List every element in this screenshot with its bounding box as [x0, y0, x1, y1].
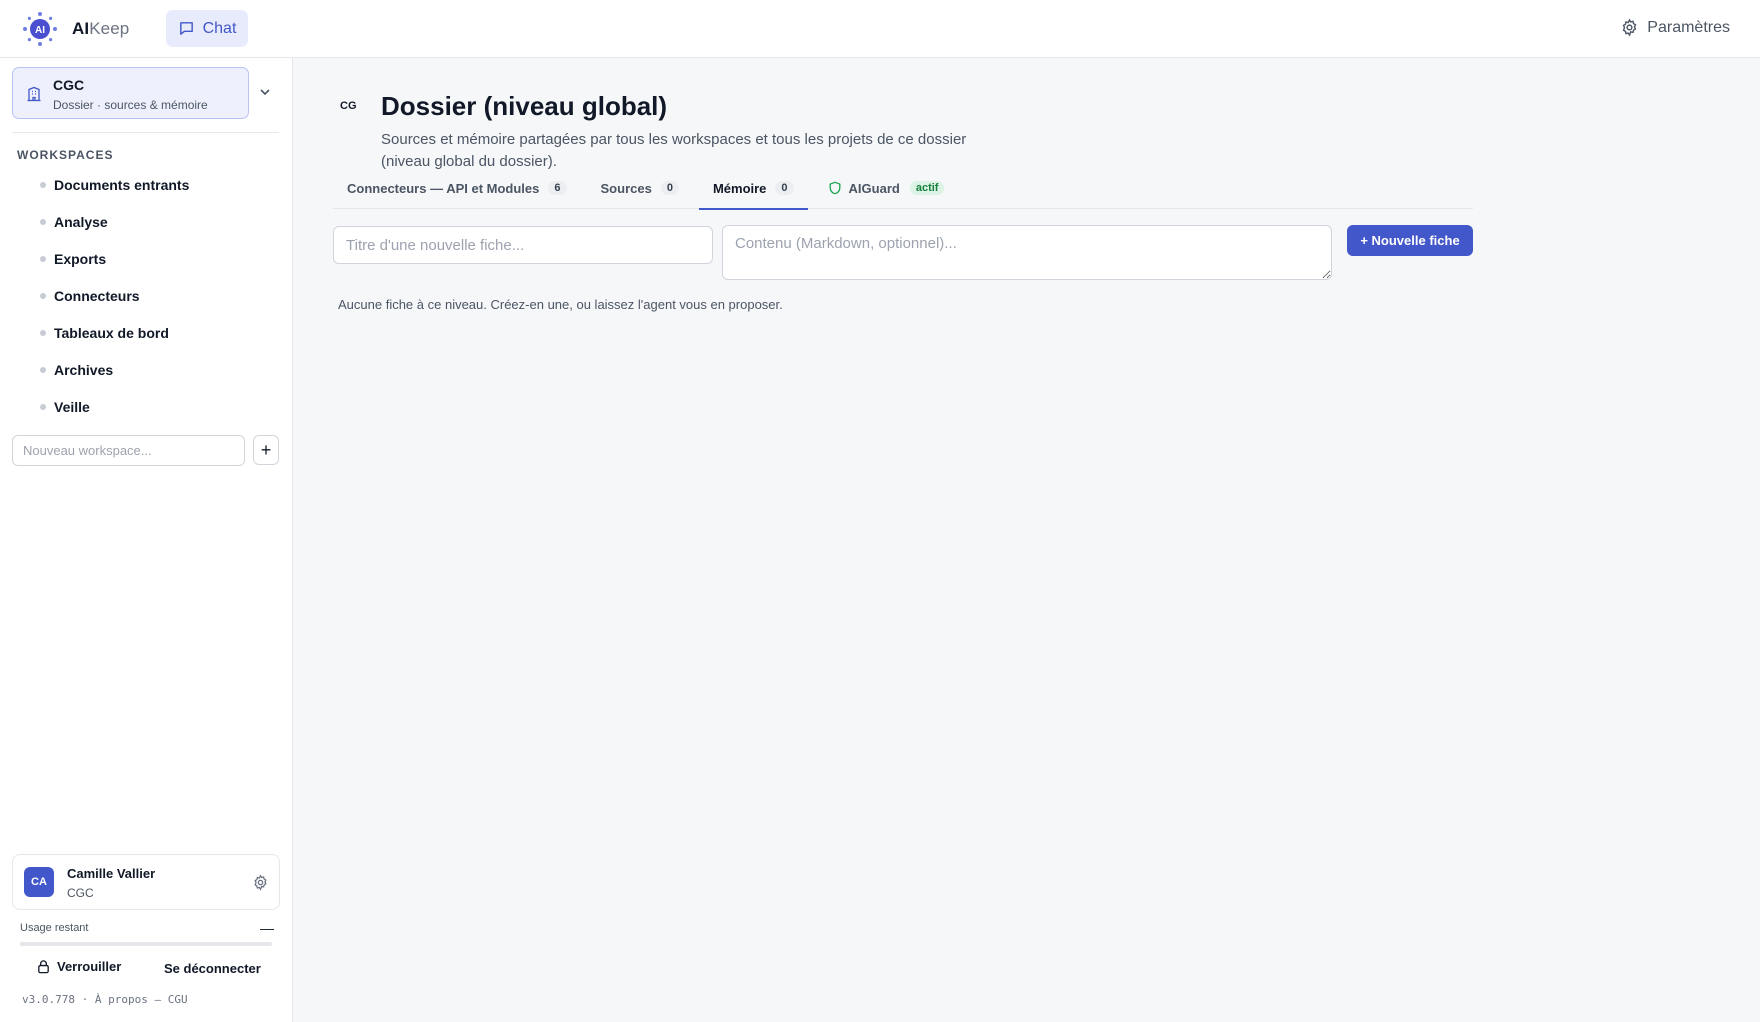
tab-sources[interactable]: Sources 0 — [587, 167, 693, 209]
sidebar: CGC Dossier · sources & mémoire WORKSPAC… — [0, 58, 293, 1022]
building-icon — [27, 86, 41, 102]
sidebar-item-documents-entrants[interactable]: Documents entrants — [0, 166, 293, 203]
avatar: CA — [24, 867, 54, 897]
bullet-icon — [40, 403, 46, 410]
sidebar-item-veille[interactable]: Veille — [0, 388, 293, 425]
workspace-label: Connecteurs — [54, 287, 140, 304]
page-title: Dossier (niveau global) — [381, 91, 668, 121]
chat-button-label: Chat — [202, 19, 237, 37]
scope-badge: CG — [340, 100, 357, 112]
tab-count-badge: 6 — [548, 181, 567, 195]
bullet-icon — [40, 255, 46, 262]
sidebar-item-exports[interactable]: Exports — [0, 240, 293, 277]
bullet-icon — [40, 292, 46, 299]
top-bar: AI AIKeep Chat Paramètres — [0, 0, 1760, 58]
main-content: CG Dossier (niveau global) Sources et mé… — [293, 58, 1760, 1022]
empty-state-message: Aucune fiche à ce niveau. Créez-en une, … — [338, 297, 783, 312]
version-text: v3.0.778 — [22, 993, 75, 1006]
settings-button[interactable]: Paramètres — [1620, 18, 1730, 37]
fiche-content-textarea[interactable] — [722, 225, 1332, 280]
bullet-icon — [40, 366, 46, 373]
workspace-label: Veille — [54, 398, 90, 415]
tab-label: Sources — [600, 180, 652, 196]
workspace-label: Exports — [54, 250, 107, 267]
logout-button[interactable]: Se déconnecter — [164, 961, 261, 976]
separator-dot: · — [81, 993, 89, 1006]
tab-label: Connecteurs — API et Modules — [347, 180, 540, 196]
bullet-icon — [40, 218, 46, 225]
workspace-label: Tableaux de bord — [54, 324, 169, 341]
usage-value: — — [260, 920, 274, 936]
fiche-title-input[interactable] — [333, 226, 713, 264]
chat-bubble-icon — [179, 22, 193, 35]
lock-label: Verrouiller — [57, 959, 122, 974]
folder-selector[interactable]: CGC Dossier · sources & mémoire — [12, 67, 249, 119]
sidebar-item-archives[interactable]: Archives — [0, 351, 293, 388]
tab-count-badge: 0 — [775, 181, 794, 195]
usage-label: Usage restant — [20, 922, 89, 934]
user-org: CGC — [67, 886, 94, 900]
app-name: AIKeep — [72, 19, 130, 38]
new-fiche-button[interactable]: + Nouvelle fiche — [1347, 225, 1473, 256]
tab-bar: Connecteurs — API et Modules 6 Sources 0… — [333, 167, 1473, 210]
sidebar-item-tableaux-de-bord[interactable]: Tableaux de bord — [0, 314, 293, 351]
add-workspace-button[interactable]: + — [253, 435, 279, 465]
footer-meta: v3.0.778 · À propos — CGU — [22, 993, 188, 1006]
workspace-label: Archives — [54, 361, 114, 378]
settings-label: Paramètres — [1647, 18, 1730, 36]
lock-button[interactable]: Verrouiller — [36, 959, 121, 974]
gear-icon — [1622, 18, 1637, 37]
usage-progress-bar — [20, 942, 272, 946]
chevron-down-icon[interactable] — [257, 84, 273, 100]
user-card: CA Camille Vallier CGC — [12, 854, 280, 910]
tab-count-badge: 0 — [660, 181, 679, 195]
status-badge: actif — [909, 181, 945, 195]
sidebar-divider — [12, 132, 279, 133]
chat-button[interactable]: Chat — [166, 10, 248, 47]
terms-link[interactable]: CGU — [168, 993, 188, 1006]
tab-label: AIGuard — [848, 180, 900, 196]
workspaces-heading: WORKSPACES — [17, 148, 114, 162]
tab-aiguard[interactable]: AIGuard actif — [814, 167, 959, 209]
about-link[interactable]: À propos — [95, 993, 148, 1006]
plus-icon: + — [260, 439, 272, 460]
user-settings-gear-icon[interactable] — [252, 874, 269, 891]
lock-icon — [38, 960, 49, 974]
tab-connecteurs[interactable]: Connecteurs — API et Modules 6 — [333, 167, 581, 209]
bullet-icon — [40, 329, 46, 336]
workspace-label: Analyse — [54, 213, 108, 230]
aikeep-logo-icon: AI — [23, 12, 57, 46]
workspace-label: Documents entrants — [54, 176, 190, 193]
folder-title: CGC — [53, 77, 85, 93]
tab-memoire[interactable]: Mémoire 0 — [698, 167, 808, 210]
new-workspace-input[interactable] — [12, 435, 245, 466]
folder-subtitle: Dossier · sources & mémoire — [53, 98, 208, 112]
workspace-list: Documents entrants Analyse Exports Conne… — [0, 166, 293, 425]
sidebar-item-connecteurs[interactable]: Connecteurs — [0, 277, 293, 314]
separator-dash: — — [154, 993, 162, 1006]
shield-icon — [829, 181, 841, 195]
user-name: Camille Vallier — [67, 866, 156, 881]
sidebar-item-analyse[interactable]: Analyse — [0, 203, 293, 240]
bullet-icon — [40, 181, 46, 188]
logo-mark-text: AI — [35, 25, 45, 36]
tab-label: Mémoire — [712, 180, 767, 196]
